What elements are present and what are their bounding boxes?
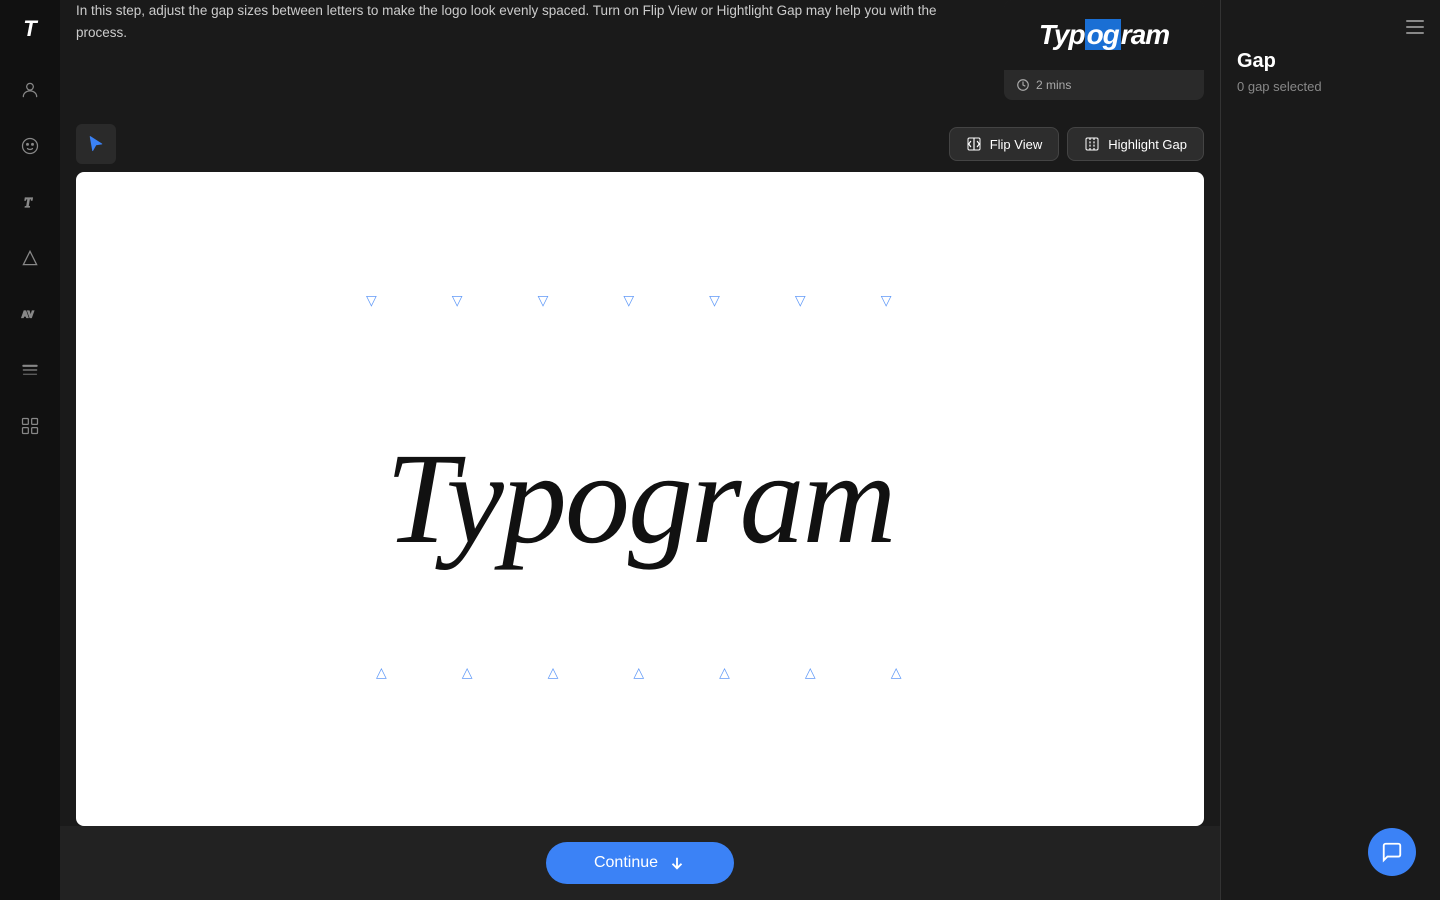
gap-marker-bottom-6[interactable]: △ [805, 664, 816, 681]
gap-marker-top-1[interactable]: ▽ [366, 292, 377, 309]
menu-button[interactable] [1406, 20, 1424, 34]
preview-thumbnail: Typogram [1004, 0, 1204, 70]
gap-marker-bottom-7[interactable]: △ [891, 664, 902, 681]
cursor-tool-button[interactable] [76, 124, 116, 164]
gap-marker-top-2[interactable]: ▽ [452, 292, 463, 309]
chat-icon [1381, 841, 1403, 863]
preview-logo-before: Typ [1039, 19, 1085, 50]
sidebar-item-grid[interactable] [14, 410, 46, 442]
main-content: In this step, adjust the gap sizes betwe… [60, 0, 1220, 900]
sidebar: T T AV [0, 0, 60, 900]
text-icon: T [20, 192, 40, 212]
sidebar-item-shape[interactable] [14, 242, 46, 274]
continue-label: Continue [594, 854, 658, 872]
preview-logo-after: ram [1121, 19, 1169, 50]
preview-card: Typogram 2 mins [1004, 0, 1204, 100]
flip-view-button[interactable]: Flip View [949, 127, 1060, 161]
weight-icon [20, 360, 40, 380]
chat-bubble-button[interactable] [1368, 828, 1416, 876]
app-logo: T [23, 16, 36, 42]
gap-marker-top-4[interactable]: ▽ [623, 292, 634, 309]
gap-marker-bottom-1[interactable]: △ [376, 664, 387, 681]
gap-markers-bottom: △ △ △ △ △ △ △ [376, 664, 901, 681]
gap-marker-top-7[interactable]: ▽ [881, 292, 892, 309]
instruction-text: In this step, adjust the gap sizes betwe… [76, 0, 988, 51]
instruction-area: In this step, adjust the gap sizes betwe… [60, 0, 1220, 116]
gap-marker-bottom-3[interactable]: △ [548, 664, 559, 681]
highlight-gap-button[interactable]: Highlight Gap [1067, 127, 1204, 161]
sidebar-item-text[interactable]: T [14, 186, 46, 218]
flip-view-label: Flip View [990, 137, 1043, 152]
cursor-icon [86, 134, 106, 154]
right-panel-title: Gap [1237, 50, 1424, 73]
preview-logo: Typogram [1039, 19, 1169, 51]
highlight-gap-label: Highlight Gap [1108, 137, 1187, 152]
gap-marker-top-6[interactable]: ▽ [795, 292, 806, 309]
sidebar-item-user[interactable] [14, 74, 46, 106]
spacing-icon: AV [20, 304, 40, 324]
gap-marker-top-3[interactable]: ▽ [538, 292, 549, 309]
right-panel-header [1237, 20, 1424, 34]
face-icon [20, 136, 40, 156]
gap-markers-top: ▽ ▽ ▽ ▽ ▽ ▽ ▽ [366, 292, 891, 309]
preview-logo-highlight: og [1085, 19, 1121, 50]
right-panel-subtitle: 0 gap selected [1237, 79, 1424, 94]
sidebar-item-spacing[interactable]: AV [14, 298, 46, 330]
gap-marker-top-5[interactable]: ▽ [709, 292, 720, 309]
continue-button[interactable]: Continue [546, 842, 734, 884]
canvas-wrapper: ▽ ▽ ▽ ▽ ▽ ▽ ▽ Typogram △ △ △ △ △ △ △ [60, 172, 1220, 826]
canvas-logo: Typogram [386, 424, 895, 574]
flip-view-icon [966, 136, 982, 152]
bottom-bar: Continue [60, 826, 1220, 900]
gap-marker-bottom-2[interactable]: △ [462, 664, 473, 681]
user-icon [20, 80, 40, 100]
right-panel: Gap 0 gap selected [1220, 0, 1440, 900]
svg-text:T: T [24, 195, 33, 210]
svg-text:AV: AV [22, 309, 35, 319]
gap-marker-bottom-4[interactable]: △ [633, 664, 644, 681]
highlight-gap-icon [1084, 136, 1100, 152]
toolbar: Flip View Highlight Gap [60, 116, 1220, 172]
continue-arrow-icon [668, 854, 686, 872]
instruction-body: In this step, adjust the gap sizes betwe… [76, 0, 988, 43]
shape-icon [20, 248, 40, 268]
grid-icon [20, 416, 40, 436]
canvas[interactable]: ▽ ▽ ▽ ▽ ▽ ▽ ▽ Typogram △ △ △ △ △ △ △ [76, 172, 1204, 826]
gap-marker-bottom-5[interactable]: △ [719, 664, 730, 681]
clock-icon [1016, 78, 1030, 92]
preview-meta: 2 mins [1004, 70, 1204, 100]
sidebar-item-face[interactable] [14, 130, 46, 162]
sidebar-item-weight[interactable] [14, 354, 46, 386]
preview-duration: 2 mins [1036, 78, 1071, 92]
